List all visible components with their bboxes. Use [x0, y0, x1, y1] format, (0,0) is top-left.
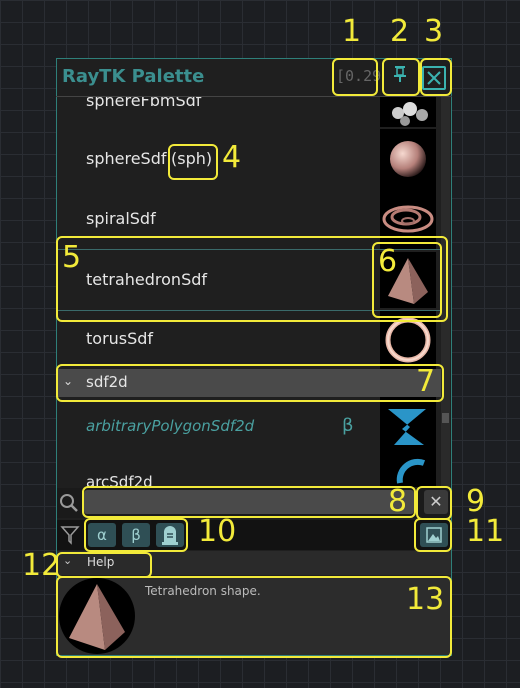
- filter-icon: [60, 524, 80, 546]
- annotation-box: [382, 58, 420, 96]
- annotation-number: 8: [388, 484, 408, 519]
- annotation-number: 12: [22, 548, 61, 583]
- list-item[interactable]: sphereFbmSdf: [86, 97, 201, 110]
- annotation-box: [56, 552, 152, 578]
- annotation-box: [56, 364, 444, 402]
- palette-title: RayTK Palette: [62, 66, 205, 87]
- list-item-thumbnail: [380, 457, 436, 487]
- list-item-thumbnail: [380, 97, 436, 127]
- list-item[interactable]: sphereSdf (sph): [57, 129, 437, 189]
- scrollbar-thumb[interactable]: [442, 413, 449, 423]
- list-item-label: arcSdf2d: [86, 473, 153, 487]
- list-item-thumbnail: [380, 397, 436, 457]
- list-item-label: spiralSdf: [86, 209, 156, 228]
- annotation-number: 5: [62, 240, 82, 275]
- annotation-number: 4: [222, 140, 242, 175]
- annotation-number: 6: [378, 244, 398, 279]
- annotation-box: [168, 144, 218, 180]
- annotation-number: 2: [390, 14, 410, 49]
- annotation-number: 11: [466, 514, 505, 549]
- annotation-box: [84, 518, 188, 552]
- list-item[interactable]: arcSdf2d: [57, 457, 437, 487]
- annotation-box: [332, 58, 378, 96]
- annotation-number: 3: [424, 14, 444, 49]
- annotation-number: 1: [342, 14, 362, 49]
- list-item-thumbnail: [380, 129, 436, 189]
- annotation-box: [416, 486, 452, 520]
- annotation-box: [414, 518, 452, 552]
- annotation-box: [82, 486, 416, 518]
- annotation-box: [420, 58, 452, 96]
- list-item-label: torusSdf: [86, 329, 154, 348]
- list-item-label: arbitraryPolygonSdf2d: [86, 417, 255, 435]
- annotation-number: 10: [198, 514, 237, 549]
- list-item[interactable]: arbitraryPolygonSdf2d β: [57, 397, 437, 457]
- annotation-number: 13: [406, 582, 445, 617]
- search-icon: [58, 492, 80, 514]
- annotation-number: 7: [416, 364, 436, 399]
- annotation-box: [56, 576, 452, 658]
- beta-badge: β: [342, 415, 354, 436]
- list-item-label: sphereSdf: [86, 149, 167, 168]
